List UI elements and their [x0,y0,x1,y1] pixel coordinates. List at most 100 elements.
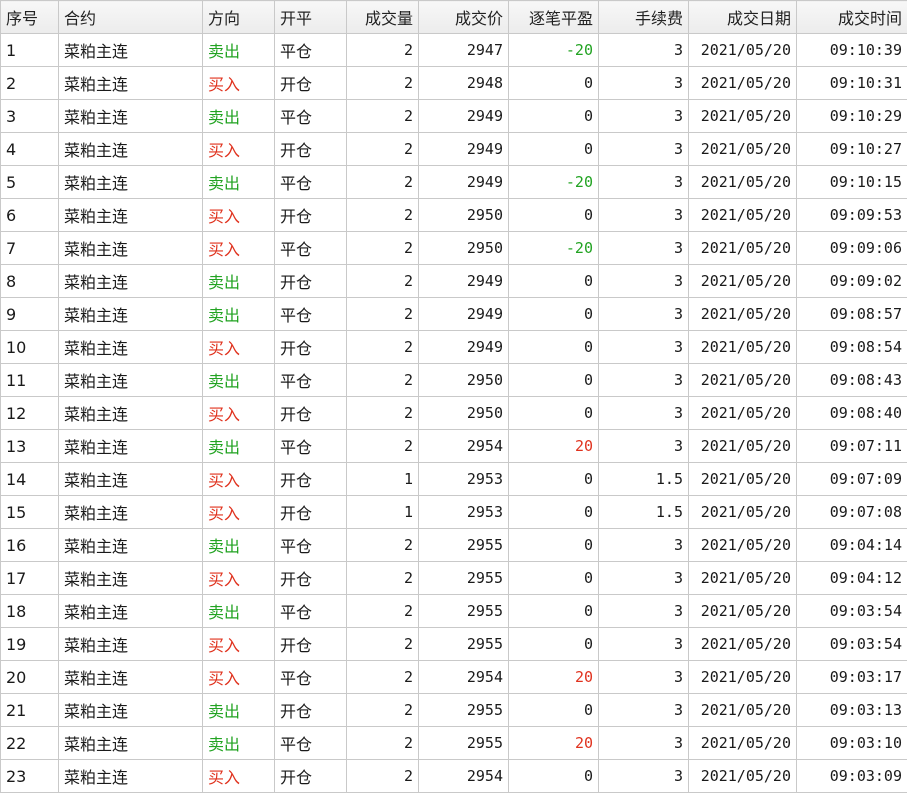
table-row[interactable]: 17菜粕主连买入开仓22955032021/05/2009:04:12 [1,562,907,595]
open-close-cell: 开仓 [275,496,347,529]
column-header-volume[interactable]: 成交量 [347,1,419,34]
table-row[interactable]: 13菜粕主连卖出平仓229542032021/05/2009:07:11 [1,430,907,463]
table-row[interactable]: 9菜粕主连卖出平仓22949032021/05/2009:08:57 [1,298,907,331]
price-cell: 2953 [419,496,509,529]
trade-date-cell: 2021/05/20 [689,232,797,265]
fee-cell: 3 [599,199,689,232]
pnl-cell: 0 [509,760,599,793]
trade-date-cell: 2021/05/20 [689,331,797,364]
direction-cell: 卖出 [203,430,275,463]
direction-cell: 卖出 [203,529,275,562]
trade-date-cell: 2021/05/20 [689,67,797,100]
table-row[interactable]: 15菜粕主连买入开仓1295301.52021/05/2009:07:08 [1,496,907,529]
row-index-cell: 15 [1,496,59,529]
price-cell: 2955 [419,628,509,661]
row-index-cell: 21 [1,694,59,727]
column-header-time[interactable]: 成交时间 [797,1,907,34]
direction-cell: 卖出 [203,595,275,628]
table-row[interactable]: 12菜粕主连买入开仓22950032021/05/2009:08:40 [1,397,907,430]
table-row[interactable]: 16菜粕主连卖出平仓22955032021/05/2009:04:14 [1,529,907,562]
table-row[interactable]: 19菜粕主连买入开仓22955032021/05/2009:03:54 [1,628,907,661]
row-index-cell: 7 [1,232,59,265]
open-close-cell: 平仓 [275,529,347,562]
trade-date-cell: 2021/05/20 [689,595,797,628]
contract-cell: 菜粕主连 [59,331,203,364]
table-row[interactable]: 2菜粕主连买入开仓22948032021/05/2009:10:31 [1,67,907,100]
price-cell: 2949 [419,331,509,364]
trade-date-cell: 2021/05/20 [689,562,797,595]
fee-cell: 3 [599,67,689,100]
table-row[interactable]: 23菜粕主连买入开仓22954032021/05/2009:03:09 [1,760,907,793]
trade-date-cell: 2021/05/20 [689,34,797,67]
trade-date-cell: 2021/05/20 [689,133,797,166]
table-row[interactable]: 6菜粕主连买入开仓22950032021/05/2009:09:53 [1,199,907,232]
table-row[interactable]: 5菜粕主连卖出平仓22949-2032021/05/2009:10:15 [1,166,907,199]
open-close-cell: 开仓 [275,265,347,298]
trade-date-cell: 2021/05/20 [689,496,797,529]
row-index-cell: 23 [1,760,59,793]
pnl-cell: 0 [509,100,599,133]
table-row[interactable]: 22菜粕主连卖出平仓229552032021/05/2009:03:10 [1,727,907,760]
column-header-direction[interactable]: 方向 [203,1,275,34]
pnl-cell: 0 [509,133,599,166]
price-cell: 2954 [419,661,509,694]
column-header-contract[interactable]: 合约 [59,1,203,34]
direction-cell: 卖出 [203,727,275,760]
contract-cell: 菜粕主连 [59,166,203,199]
table-row[interactable]: 20菜粕主连买入平仓229542032021/05/2009:03:17 [1,661,907,694]
table-row[interactable]: 4菜粕主连买入开仓22949032021/05/2009:10:27 [1,133,907,166]
table-row[interactable]: 18菜粕主连卖出平仓22955032021/05/2009:03:54 [1,595,907,628]
price-cell: 2948 [419,67,509,100]
fee-cell: 3 [599,397,689,430]
fee-cell: 3 [599,100,689,133]
table-row[interactable]: 21菜粕主连卖出开仓22955032021/05/2009:03:13 [1,694,907,727]
column-header-fee[interactable]: 手续费 [599,1,689,34]
open-close-cell: 平仓 [275,100,347,133]
volume-cell: 2 [347,397,419,430]
direction-cell: 买入 [203,628,275,661]
row-index-cell: 13 [1,430,59,463]
volume-cell: 1 [347,463,419,496]
pnl-cell: 0 [509,298,599,331]
pnl-cell: 0 [509,397,599,430]
trade-records-table: 序号 合约 方向 开平 成交量 成交价 逐笔平盈 手续费 成交日期 成交时间 1… [0,0,907,793]
direction-cell: 买入 [203,562,275,595]
contract-cell: 菜粕主连 [59,67,203,100]
open-close-cell: 开仓 [275,133,347,166]
price-cell: 2949 [419,100,509,133]
fee-cell: 3 [599,430,689,463]
contract-cell: 菜粕主连 [59,298,203,331]
table-row[interactable]: 1菜粕主连卖出平仓22947-2032021/05/2009:10:39 [1,34,907,67]
table-row[interactable]: 14菜粕主连买入开仓1295301.52021/05/2009:07:09 [1,463,907,496]
contract-cell: 菜粕主连 [59,760,203,793]
column-header-price[interactable]: 成交价 [419,1,509,34]
fee-cell: 3 [599,694,689,727]
table-row[interactable]: 11菜粕主连卖出平仓22950032021/05/2009:08:43 [1,364,907,397]
row-index-cell: 4 [1,133,59,166]
pnl-cell: 0 [509,595,599,628]
table-row[interactable]: 7菜粕主连买入平仓22950-2032021/05/2009:09:06 [1,232,907,265]
fee-cell: 3 [599,661,689,694]
price-cell: 2955 [419,529,509,562]
column-header-index[interactable]: 序号 [1,1,59,34]
pnl-cell: 0 [509,496,599,529]
direction-cell: 买入 [203,463,275,496]
open-close-cell: 平仓 [275,232,347,265]
column-header-date[interactable]: 成交日期 [689,1,797,34]
pnl-cell: 0 [509,529,599,562]
column-header-open-close[interactable]: 开平 [275,1,347,34]
table-row[interactable]: 3菜粕主连卖出平仓22949032021/05/2009:10:29 [1,100,907,133]
table-row[interactable]: 10菜粕主连买入开仓22949032021/05/2009:08:54 [1,331,907,364]
fee-cell: 3 [599,628,689,661]
volume-cell: 2 [347,199,419,232]
direction-cell: 卖出 [203,166,275,199]
open-close-cell: 平仓 [275,727,347,760]
table-row[interactable]: 8菜粕主连卖出开仓22949032021/05/2009:09:02 [1,265,907,298]
open-close-cell: 平仓 [275,34,347,67]
volume-cell: 2 [347,694,419,727]
volume-cell: 2 [347,265,419,298]
volume-cell: 1 [347,496,419,529]
column-header-pnl[interactable]: 逐笔平盈 [509,1,599,34]
open-close-cell: 平仓 [275,661,347,694]
row-index-cell: 14 [1,463,59,496]
